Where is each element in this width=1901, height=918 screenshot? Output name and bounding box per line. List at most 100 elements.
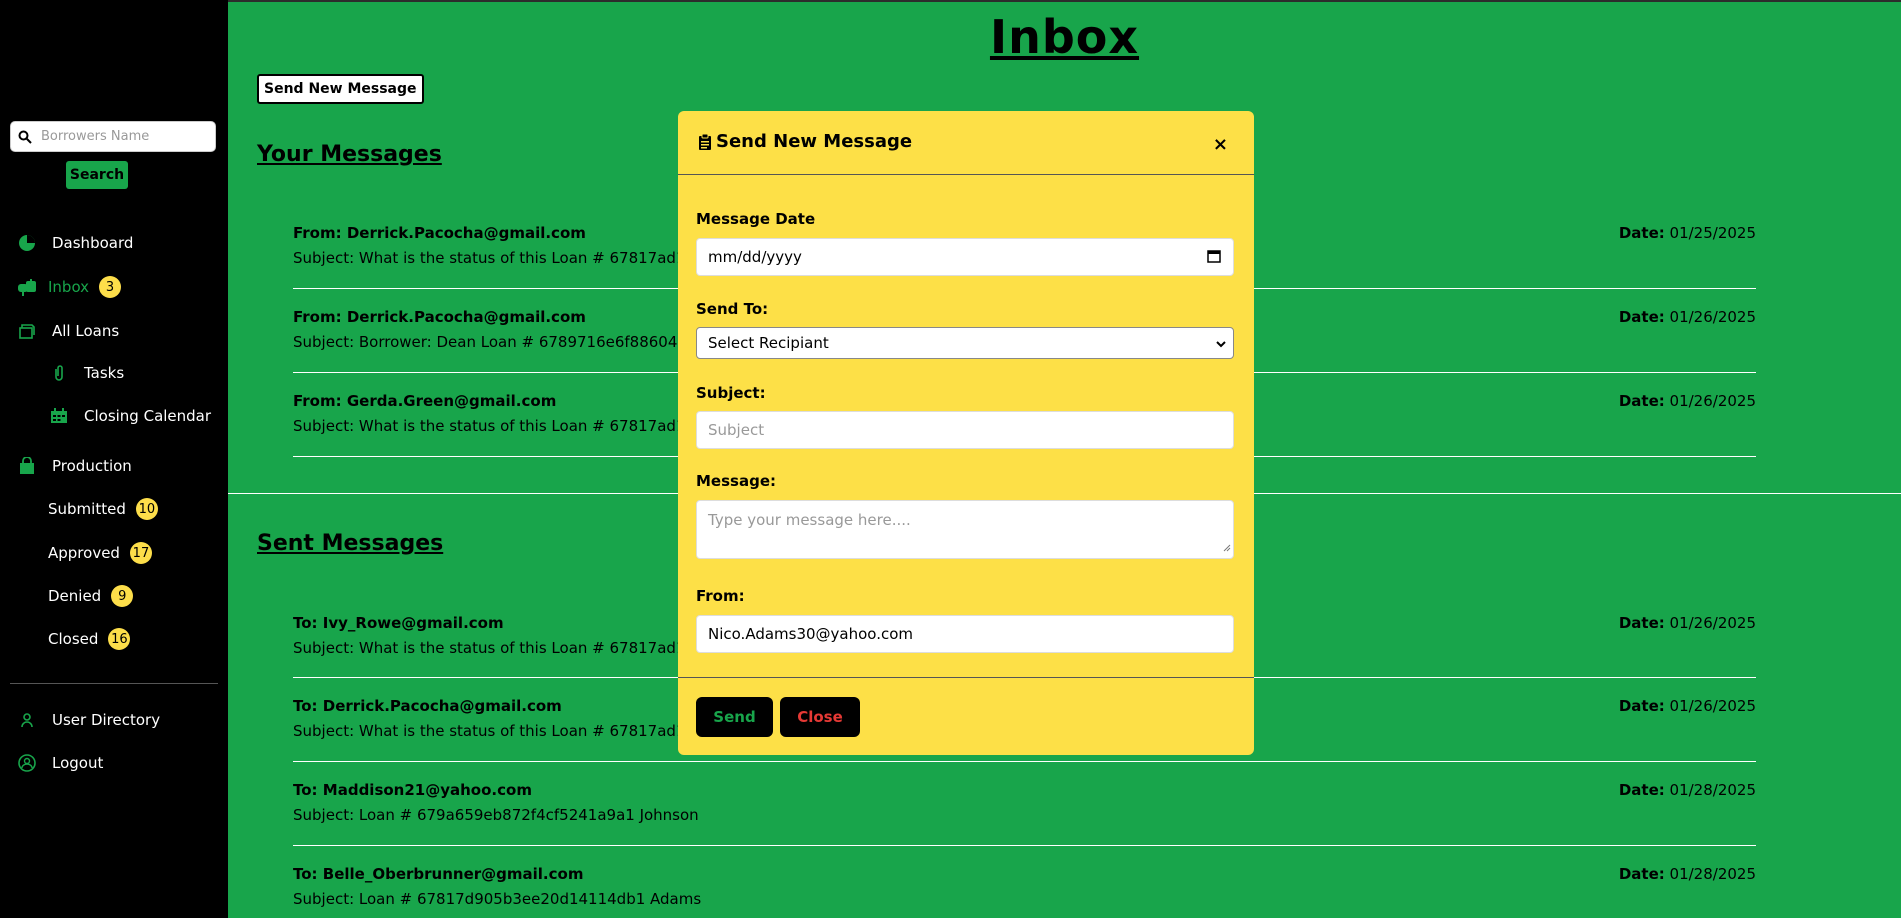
sidebar-item-denied[interactable]: Denied 9 [48,583,134,609]
loans-icon [16,322,38,340]
from-label: From: [696,587,745,605]
date-label: Date: [1618,697,1665,715]
message-subject: Subject: What is the status of this Loan… [293,722,696,740]
recipient-select-value: Select Recipiant [708,334,829,352]
subject-placeholder: Subject [708,421,765,439]
search-icon [11,130,39,144]
date-field-value: mm/dd/yyyy [708,248,802,266]
date-label: Date: [1618,865,1665,883]
sidebar-item-inbox[interactable]: Inbox 3 [16,274,122,300]
message-date-field[interactable]: mm/dd/yyyy [696,238,1234,276]
send-to-label: Send To: [696,300,769,318]
sidebar-item-label: Submitted [48,500,126,518]
from-label: From: [293,224,342,242]
message-subject: Subject: What is the status of this Loan… [293,417,696,435]
message-date: 01/26/2025 [1669,697,1756,715]
send-message-modal: Send New Message × Message Date mm/dd/yy… [678,111,1254,755]
sender: Gerda.Green@gmail.com [346,392,557,410]
message-date: 01/26/2025 [1669,308,1756,326]
message-date: 01/28/2025 [1669,865,1756,883]
logout-icon [16,754,38,772]
to-label: To: [293,865,318,883]
sender: Derrick.Pacocha@gmail.com [346,308,586,326]
your-messages-title: Your Messages [257,142,442,167]
sidebar-item-approved[interactable]: Approved 17 [48,540,152,566]
approved-badge: 17 [129,542,152,564]
top-border [0,0,1901,2]
recipient-select[interactable]: Select Recipiant [696,327,1234,359]
close-button[interactable]: Close [780,697,860,737]
message-date: 01/25/2025 [1669,224,1756,242]
date-label: Date: [1618,614,1665,632]
from-label: From: [293,308,342,326]
sidebar-item-label: Production [52,457,132,475]
search-input[interactable] [39,128,208,145]
sent-messages-title: Sent Messages [257,531,444,556]
bag-icon [16,457,38,475]
sender: Derrick.Pacocha@gmail.com [346,224,586,242]
submitted-badge: 10 [135,498,158,520]
sidebar-item-tasks[interactable]: Tasks [48,360,124,386]
chevron-down-icon [1215,336,1227,354]
from-value: Nico.Adams30@yahoo.com [708,625,914,643]
message-placeholder: Type your message here.... [708,511,911,529]
sidebar-item-production[interactable]: Production [16,453,132,479]
subject-input[interactable]: Subject [696,411,1234,449]
sidebar-item-label: Logout [52,754,104,772]
closed-badge: 16 [108,628,131,650]
sidebar-divider [10,683,218,684]
message-subject: Subject: Loan # 679a659eb872f4cf5241a9a1… [293,806,699,824]
message-subject: Subject: Borrower: Dean Loan # 6789716e6… [293,333,687,351]
to-label: To: [293,697,318,715]
list-item[interactable]: To: Belle_Oberbrunner@gmail.com Subject:… [293,865,1756,918]
sidebar-item-closing-calendar[interactable]: Closing Calendar [48,403,211,429]
send-new-message-button[interactable]: Send New Message [257,74,424,104]
recipient: Ivy_Rowe@gmail.com [322,614,504,632]
sidebar-item-label: Dashboard [52,234,134,252]
sidebar-item-all-loans[interactable]: All Loans [16,318,119,344]
message-date: 01/28/2025 [1669,781,1756,799]
sidebar-item-logout[interactable]: Logout [16,750,103,776]
calendar-picker-icon[interactable] [1207,249,1221,267]
calendar-icon [48,408,70,424]
message-subject: Subject: What is the status of this Loan… [293,639,696,657]
modal-title: Send New Message [716,131,913,152]
modal-header: Send New Message × [678,111,1254,175]
from-label: From: [293,392,342,410]
date-label: Date: [1618,392,1665,410]
to-label: To: [293,614,318,632]
sidebar-item-label: Inbox [48,278,90,296]
recipient: Maddison21@yahoo.com [322,781,532,799]
inbox-icon [16,278,38,296]
inbox-badge: 3 [99,276,122,298]
sidebar-item-dashboard[interactable]: Dashboard [16,230,133,256]
page-title: Inbox [989,10,1140,64]
recipient: Derrick.Pacocha@gmail.com [322,697,562,715]
message-subject: Subject: What is the status of this Loan… [293,249,696,267]
user-icon [16,712,38,728]
message-textarea[interactable]: Type your message here.... [696,500,1234,559]
sidebar-item-submitted[interactable]: Submitted 10 [48,496,158,522]
from-input[interactable]: Nico.Adams30@yahoo.com [696,615,1234,653]
resize-handle-icon[interactable] [1223,538,1231,556]
message-date: 01/26/2025 [1669,392,1756,410]
search-button[interactable]: Search [66,161,128,189]
sidebar-item-label: Closing Calendar [84,407,212,425]
divider [293,845,1756,846]
date-label: Date: [1618,308,1665,326]
close-icon[interactable]: × [1207,133,1234,156]
modal-footer-divider [678,677,1254,678]
sidebar: Search Dashboard Inbox 3 All Loans Tasks… [0,0,228,918]
sidebar-item-user-directory[interactable]: User Directory [16,707,160,733]
divider [293,761,1756,762]
paperclip-icon [48,364,70,382]
dashboard-icon [16,234,38,252]
sidebar-item-label: Closed [48,630,99,648]
date-label: Date: [1618,224,1665,242]
list-item[interactable]: To: Maddison21@yahoo.com Subject: Loan #… [293,781,1756,837]
message-label: Message: [696,472,776,490]
sidebar-item-closed[interactable]: Closed 16 [48,626,131,652]
search-box[interactable] [10,121,216,152]
to-label: To: [293,781,318,799]
send-button[interactable]: Send [696,697,773,737]
